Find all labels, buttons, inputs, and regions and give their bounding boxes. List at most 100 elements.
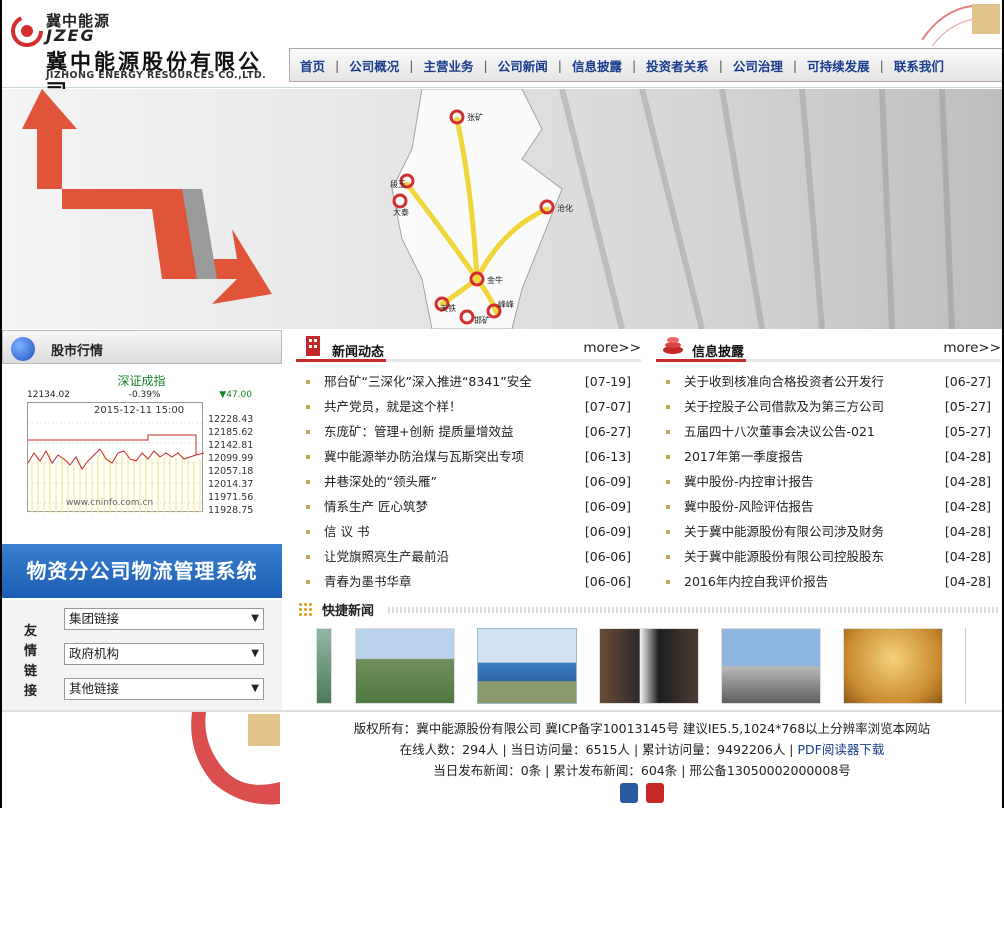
news-item[interactable]: 共产党员，就是这个样！ [07-07] xyxy=(296,394,641,419)
disclosure-item-title: 五届四十八次董事会决议公告-021 xyxy=(684,424,875,439)
news-section: 新闻动态 more>> 邢台矿“三深化”深入推进“8341”安全 [07-19] … xyxy=(296,330,641,594)
nav-contact[interactable]: 联系我们 xyxy=(894,56,944,75)
news-thumbnail[interactable] xyxy=(965,628,971,704)
news-item[interactable]: 东庞矿：管理+创新 提质量增效益 [06-27] xyxy=(296,419,641,444)
news-item[interactable]: 青春为墨书华章 [06-06] xyxy=(296,569,641,594)
news-item[interactable]: 信 议 书 [06-09] xyxy=(296,519,641,544)
news-item-title: 情系生产 匠心筑梦 xyxy=(324,499,428,514)
nav-business[interactable]: 主营业务 xyxy=(423,56,473,75)
disclosure-item[interactable]: 关于冀中能源股份有限公司控股股东 [04-28] xyxy=(656,544,1001,569)
news-item[interactable]: 情系生产 匠心筑梦 [06-09] xyxy=(296,494,641,519)
logistics-system-banner[interactable]: 物资分公司物流管理系统 xyxy=(2,544,282,598)
dots-icon xyxy=(298,602,312,616)
nav-sustainability[interactable]: 可持续发展 xyxy=(807,56,870,75)
disclosure-item[interactable]: 冀中股份-风险评估报告 [04-28] xyxy=(656,494,1001,519)
friendly-links: 友情链接 集团链接 ▼ 政府机构 ▼ 其他链接 ▼ xyxy=(2,600,282,710)
logo-mark-icon xyxy=(11,15,43,47)
disclosure-item[interactable]: 关于冀中能源股份有限公司涉及财务 [04-28] xyxy=(656,519,1001,544)
disclosure-item[interactable]: 2017年第一季度报告 [04-28] xyxy=(656,444,1001,469)
disclosure-item-title: 关于冀中能源股份有限公司涉及财务 xyxy=(684,524,885,539)
footer-copyright: 版权所有：冀中能源股份有限公司 冀ICP备字10013145号 建议IE5.5,… xyxy=(353,721,931,736)
building-icon xyxy=(306,336,320,356)
map-label: 金牛 xyxy=(487,275,503,285)
footer-badges xyxy=(292,783,992,809)
globe-icon xyxy=(11,337,35,361)
left-column: 股市行情 深证成指 12134.02 -0.39% ▼47.00 2015-12… xyxy=(2,330,282,710)
disclosure-item-date: [04-28] xyxy=(944,499,991,514)
nav-investor[interactable]: 投资者关系 xyxy=(646,56,709,75)
dropdown-arrow-icon: ▼ xyxy=(251,613,259,624)
police-badge-icon[interactable] xyxy=(620,783,638,803)
disclosure-item-title: 关于冀中能源股份有限公司控股股东 xyxy=(684,549,885,564)
group-links-select[interactable]: 集团链接 ▼ xyxy=(64,608,264,630)
disclosure-item-date: [06-27] xyxy=(944,374,991,389)
disclosure-item-title: 冀中股份-内控审计报告 xyxy=(684,474,814,489)
nav-disclosure[interactable]: 信息披露 xyxy=(572,56,622,75)
news-item-date: [06-09] xyxy=(584,524,631,539)
disclosure-item[interactable]: 五届四十八次董事会决议公告-021 [05-27] xyxy=(656,419,1001,444)
news-item[interactable]: 冀中能源举办防治煤与瓦斯突出专项 [06-13] xyxy=(296,444,641,469)
gold-square-decoration xyxy=(248,714,280,746)
disclosure-header: 信息披露 more>> xyxy=(656,330,1001,362)
news-thumbnail[interactable] xyxy=(599,628,699,704)
y-tick-label: 12142.81 xyxy=(208,440,254,451)
hero-banner: 张矿 段王 大泰 沧化 金牛 天铁 邯矿 峰峰 xyxy=(2,89,1002,329)
disclosure-item-date: [04-28] xyxy=(944,474,991,489)
disclosure-item-date: [04-28] xyxy=(944,449,991,464)
news-thumbnail[interactable] xyxy=(477,628,577,704)
dropdown-arrow-icon: ▼ xyxy=(251,683,259,694)
nav-news[interactable]: 公司新闻 xyxy=(498,56,548,75)
news-item[interactable]: 井巷深处的“领头雁” [06-09] xyxy=(296,469,641,494)
disclosure-item-date: [05-27] xyxy=(944,424,991,439)
footer-news-stats: 当日发布新闻：0条 | 累计发布新闻：604条 | 邢公备13050002000… xyxy=(433,763,851,778)
nav-about[interactable]: 公司概况 xyxy=(349,56,399,75)
stock-header: 股市行情 xyxy=(2,330,282,364)
disclosure-item[interactable]: 2016年内控自我评价报告 [04-28] xyxy=(656,569,1001,594)
news-item-date: [06-27] xyxy=(584,424,631,439)
gov-links-select[interactable]: 政府机构 ▼ xyxy=(64,643,264,665)
news-item-date: [07-19] xyxy=(584,374,631,389)
news-item-title: 信 议 书 xyxy=(324,524,370,539)
y-tick-label: 12099.99 xyxy=(208,453,254,464)
disclosure-item[interactable]: 关于控股子公司借款及为第三方公司 [05-27] xyxy=(656,394,1001,419)
y-tick-label: 12057.18 xyxy=(208,466,254,477)
news-list: 邢台矿“三深化”深入推进“8341”安全 [07-19] 共产党员，就是这个样！ [… xyxy=(296,369,641,594)
footer-stats: 在线人数：294人 | 当日访问量：6515人 | 累计访问量：9492206人… xyxy=(292,739,992,760)
company-logo[interactable]: 冀中能源 JZEG 冀中能源股份有限公司 JIZHONG ENERGY RESO… xyxy=(10,8,280,104)
other-links-select[interactable]: 其他链接 ▼ xyxy=(64,678,264,700)
news-item-title: 邢台矿“三深化”深入推进“8341”安全 xyxy=(324,374,532,389)
disclosure-item-title: 关于控股子公司借款及为第三方公司 xyxy=(684,399,885,414)
news-thumbnail[interactable] xyxy=(316,628,332,704)
news-item[interactable]: 邢台矿“三深化”深入推进“8341”安全 [07-19] xyxy=(296,369,641,394)
news-thumbnail[interactable] xyxy=(721,628,821,704)
nav-home[interactable]: 首页 xyxy=(300,56,325,75)
news-thumbnail[interactable] xyxy=(843,628,943,704)
disclosure-item-date: [05-27] xyxy=(944,399,991,414)
alarm-badge-icon[interactable] xyxy=(645,783,664,803)
map-label: 邯矿 xyxy=(474,315,490,325)
stock-title: 股市行情 xyxy=(51,344,104,359)
disclosure-item-title: 关于收到核准向合格投资者公开发行 xyxy=(684,374,885,389)
news-title: 新闻动态 xyxy=(332,345,385,360)
nav-governance[interactable]: 公司治理 xyxy=(733,56,783,75)
disclosure-item[interactable]: 冀中股份-内控审计报告 [04-28] xyxy=(656,469,1001,494)
news-item-date: [06-06] xyxy=(584,549,631,564)
disclosure-more-link[interactable]: more>> xyxy=(943,340,1001,356)
news-item-title: 共产党员，就是这个样！ xyxy=(324,399,462,414)
disclosure-item-date: [04-28] xyxy=(944,524,991,539)
news-item-title: 东庞矿：管理+创新 提质量增效益 xyxy=(324,424,514,439)
news-item-date: [06-09] xyxy=(584,474,631,489)
stock-widget[interactable]: 深证成指 12134.02 -0.39% ▼47.00 2015-12-11 1… xyxy=(24,370,259,520)
pdf-reader-link[interactable]: PDF阅读器下载 xyxy=(797,742,884,757)
main-nav: 首页 | 公司概况 | 主营业务 | 公司新闻 | 信息披露 | 投资者关系 | 公司治理 |… xyxy=(289,48,1002,82)
select-value: 政府机构 xyxy=(69,646,120,661)
news-thumbnail[interactable] xyxy=(355,628,455,704)
disclosure-item[interactable]: 关于收到核准向合格投资者公开发行 [06-27] xyxy=(656,369,1001,394)
stock-watermark: www.cninfo.com.cn xyxy=(66,498,154,508)
y-tick-label: 12014.37 xyxy=(208,479,254,490)
map-label: 大泰 xyxy=(393,207,409,217)
disclosure-section: 信息披露 more>> 关于收到核准向合格投资者公开发行 [06-27] 关于控股… xyxy=(656,330,1001,594)
news-item[interactable]: 让党旗照亮生产最前沿 [06-06] xyxy=(296,544,641,569)
news-more-link[interactable]: more>> xyxy=(583,340,641,356)
news-item-date: [07-07] xyxy=(584,399,631,414)
